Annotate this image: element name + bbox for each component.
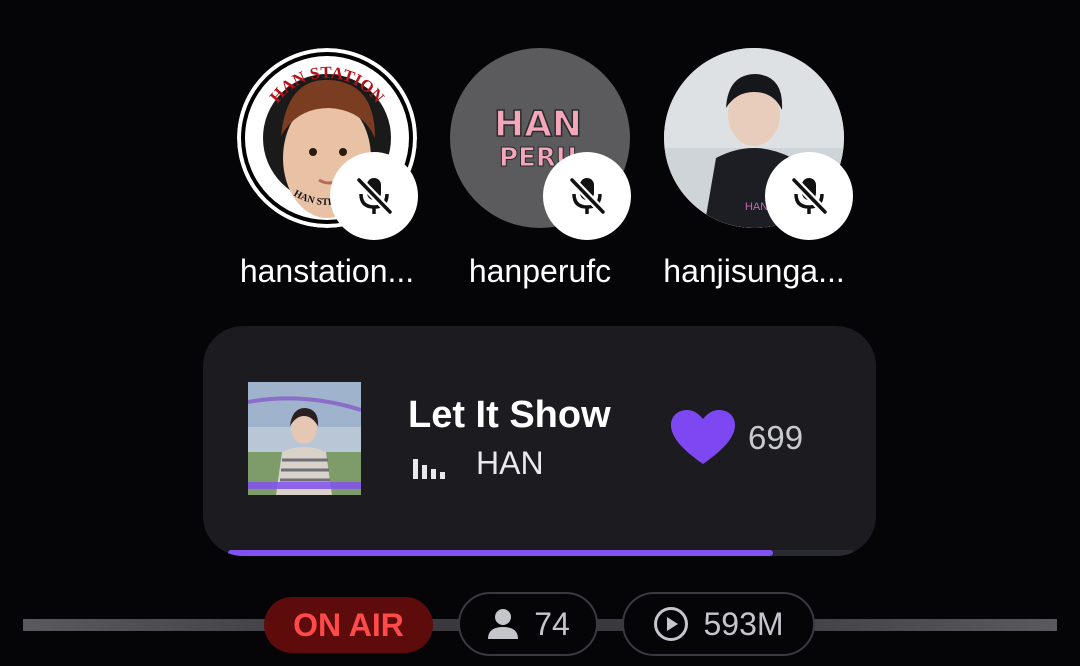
mic-muted-button[interactable] xyxy=(330,152,418,240)
playback-progress xyxy=(228,550,854,556)
play-circle-icon xyxy=(654,607,689,641)
on-air-badge: ON AIR xyxy=(264,597,433,653)
plays-count-button[interactable]: 593M xyxy=(622,592,815,656)
heart-icon[interactable] xyxy=(671,410,735,466)
listeners-count-button[interactable]: 74 xyxy=(458,592,598,656)
speaker-name: hanjisunga... xyxy=(663,253,845,289)
mic-muted-button[interactable] xyxy=(543,152,631,240)
progress-fill xyxy=(228,550,773,556)
artist-name: HAN xyxy=(476,445,544,481)
speaker-name: hanstation... xyxy=(239,253,415,289)
avatar-text-line1: HAN xyxy=(494,104,582,145)
listeners-count: 74 xyxy=(534,605,570,642)
mic-muted-button[interactable] xyxy=(765,152,853,240)
person-icon xyxy=(488,609,519,639)
likes-count: 699 xyxy=(748,419,804,456)
album-cover[interactable] xyxy=(248,382,361,495)
equalizer-icon xyxy=(413,459,445,479)
mic-off-icon xyxy=(791,177,828,215)
speaker-name: hanperufc xyxy=(468,253,612,289)
mic-off-icon xyxy=(569,177,606,215)
plays-count: 593M xyxy=(703,605,784,642)
now-playing-card[interactable]: Let It Show HAN 699 xyxy=(203,326,876,556)
mic-off-icon xyxy=(356,177,393,215)
on-air-label: ON AIR xyxy=(293,606,404,643)
speakers-row: HAN STATION HAN STREAMI hanstation... HA… xyxy=(0,0,1080,300)
song-title: Let It Show xyxy=(408,394,611,436)
